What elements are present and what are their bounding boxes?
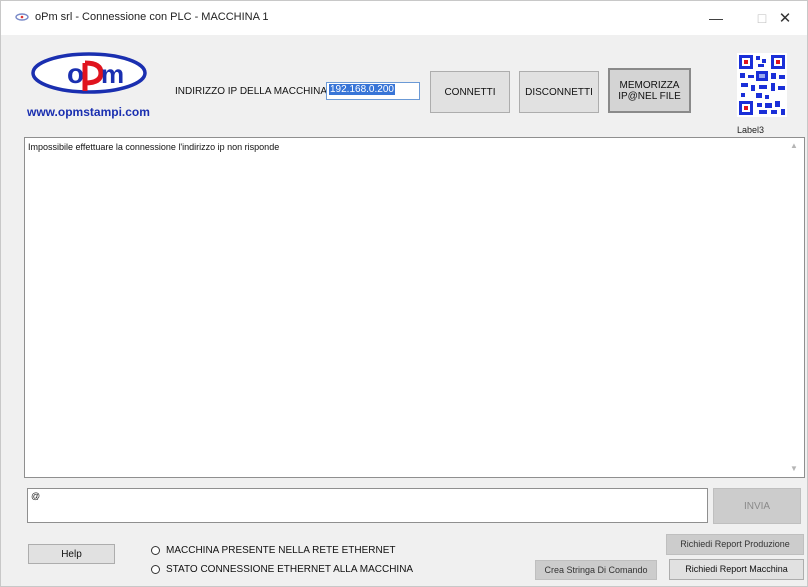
- qr-label: Label3: [737, 125, 765, 135]
- svg-text:m: m: [101, 59, 124, 89]
- command-input[interactable]: @: [27, 488, 708, 523]
- log-message: Impossibile effettuare la connessione l'…: [28, 142, 280, 152]
- scroll-up-icon[interactable]: ▲: [787, 141, 801, 151]
- app-window: oPm srl - Connessione con PLC - MACCHINA…: [0, 0, 808, 587]
- save-ip-label-line1: MEMORIZZA: [619, 79, 680, 91]
- ip-address-input[interactable]: 192.168.0.200: [326, 82, 420, 100]
- app-icon: [15, 13, 29, 21]
- window-title: oPm srl - Connessione con PLC - MACCHINA…: [35, 11, 269, 23]
- ip-address-value: 192.168.0.200: [329, 84, 395, 95]
- opm-logo: o m: [31, 52, 147, 94]
- connect-button[interactable]: CONNETTI: [430, 71, 510, 113]
- connection-status-row[interactable]: STATO CONNESSIONE ETHERNET ALLA MACCHINA: [151, 564, 413, 575]
- title-bar: oPm srl - Connessione con PLC - MACCHINA…: [1, 1, 807, 35]
- save-ip-button[interactable]: MEMORIZZA IP@NEL FILE: [608, 68, 691, 113]
- network-status-row[interactable]: MACCHINA PRESENTE NELLA RETE ETHERNET: [151, 545, 396, 556]
- save-ip-label-line2: IP@NEL FILE: [618, 90, 681, 102]
- disconnect-button[interactable]: DISCONNETTI: [519, 71, 599, 113]
- svg-text:o: o: [67, 58, 84, 89]
- connection-status-label: STATO CONNESSIONE ETHERNET ALLA MACCHINA: [166, 564, 414, 575]
- report-machine-button[interactable]: Richiedi Report Macchina: [669, 559, 804, 580]
- scroll-down-icon[interactable]: ▼: [787, 464, 801, 474]
- create-command-button[interactable]: Crea Stringa Di Comando: [535, 560, 657, 580]
- report-production-button[interactable]: Richiedi Report Produzione: [666, 534, 804, 555]
- qr-code-icon: [737, 53, 787, 117]
- help-button[interactable]: Help: [28, 544, 115, 564]
- network-status-label: MACCHINA PRESENTE NELLA RETE ETHERNET: [166, 545, 396, 556]
- log-textarea[interactable]: Impossibile effettuare la connessione l'…: [24, 137, 805, 478]
- close-button[interactable]: ✕: [763, 1, 807, 35]
- ip-address-label: INDIRIZZO IP DELLA MACCHINA 1: [175, 86, 335, 97]
- send-button[interactable]: INVIA: [713, 488, 801, 524]
- radio-icon[interactable]: [151, 546, 160, 555]
- minimize-button[interactable]: —: [693, 1, 739, 35]
- radio-icon[interactable]: [151, 565, 160, 574]
- website-link[interactable]: www.opmstampi.com: [27, 105, 150, 119]
